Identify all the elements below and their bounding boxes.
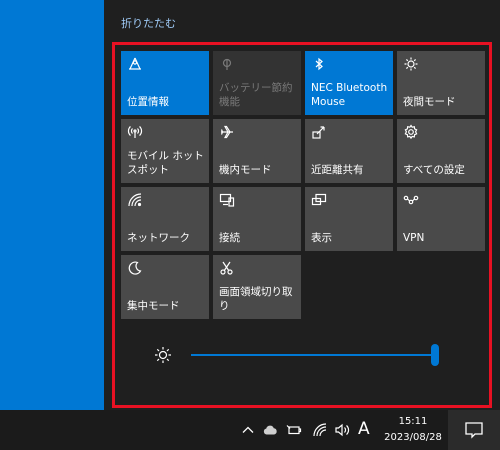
moon-icon <box>127 260 143 276</box>
tile-mobile-hotspot[interactable]: モバイル ホットスポット <box>121 119 209 183</box>
project-icon <box>311 192 327 208</box>
tile-label: 位置情報 <box>127 96 169 108</box>
tile-label: 夜間モード <box>403 96 456 108</box>
tile-label: 画面領域切り取り <box>219 286 293 312</box>
desktop-background <box>0 0 104 410</box>
volume-icon[interactable] <box>334 422 350 438</box>
notification-button[interactable] <box>448 410 500 450</box>
tile-connect[interactable]: 接続 <box>213 187 301 251</box>
network-icon <box>127 192 143 208</box>
tile-vpn[interactable]: VPN <box>397 187 485 251</box>
nearby-share-icon <box>311 124 327 140</box>
brightness-sun-icon <box>153 345 173 365</box>
night-light-icon <box>403 56 419 72</box>
taskbar: A 15:11 2023/08/28 <box>0 410 500 450</box>
location-icon <box>127 56 143 72</box>
tile-label: NEC Bluetooth Mouse <box>311 82 388 108</box>
tile-snip[interactable]: 画面領域切り取り <box>213 255 301 319</box>
brightness-slider-thumb[interactable] <box>431 344 439 366</box>
tile-battery-saver[interactable]: バッテリー節約機能 <box>213 51 301 115</box>
collapse-link[interactable]: 折りたたむ <box>121 15 176 31</box>
quick-actions-highlight: 位置情報 バッテリー節約機能 NEC Bluetooth Mouse 夜間モード… <box>112 42 492 408</box>
action-center-panel: 折りたたむ 位置情報 バッテリー節約機能 NEC Bluetooth Mouse… <box>104 0 500 410</box>
tile-label: 機内モード <box>219 164 272 176</box>
tile-label: ネットワーク <box>127 232 190 244</box>
clock-time: 15:11 <box>398 416 428 427</box>
taskbar-clock[interactable]: 15:11 2023/08/28 <box>382 414 444 446</box>
brightness-slider-track[interactable] <box>191 354 435 356</box>
tile-focus-assist[interactable]: 集中モード <box>121 255 209 319</box>
battery-icon[interactable] <box>286 422 302 438</box>
connect-icon <box>219 192 235 208</box>
ime-mode-indicator[interactable]: A <box>358 419 370 439</box>
tile-bluetooth[interactable]: NEC Bluetooth Mouse <box>305 51 393 115</box>
clock-date: 2023/08/28 <box>384 432 442 443</box>
tile-label: バッテリー節約機能 <box>219 82 293 108</box>
onedrive-cloud-icon[interactable] <box>262 422 278 438</box>
tile-all-settings[interactable]: すべての設定 <box>397 119 485 183</box>
tile-project[interactable]: 表示 <box>305 187 393 251</box>
tile-label: すべての設定 <box>403 164 465 176</box>
chevron-up-icon[interactable] <box>240 422 256 438</box>
snip-icon <box>219 260 235 276</box>
tile-nearby-share[interactable]: 近距離共有 <box>305 119 393 183</box>
tile-label: VPN <box>403 232 425 244</box>
tile-label: モバイル ホットスポット <box>127 150 204 176</box>
tile-label: 表示 <box>311 232 332 244</box>
tile-label: 接続 <box>219 232 240 244</box>
settings-gear-icon <box>403 124 419 140</box>
tile-network[interactable]: ネットワーク <box>121 187 209 251</box>
battery-saver-icon <box>219 56 235 72</box>
tile-night-light[interactable]: 夜間モード <box>397 51 485 115</box>
tile-location[interactable]: 位置情報 <box>121 51 209 115</box>
mobile-hotspot-icon <box>127 124 143 140</box>
airplane-icon <box>219 124 235 140</box>
tile-airplane-mode[interactable]: 機内モード <box>213 119 301 183</box>
tile-label: 集中モード <box>127 300 180 312</box>
wifi-icon[interactable] <box>312 422 328 438</box>
vpn-icon <box>403 192 419 208</box>
bluetooth-icon <box>311 56 327 72</box>
tile-label: 近距離共有 <box>311 164 364 176</box>
